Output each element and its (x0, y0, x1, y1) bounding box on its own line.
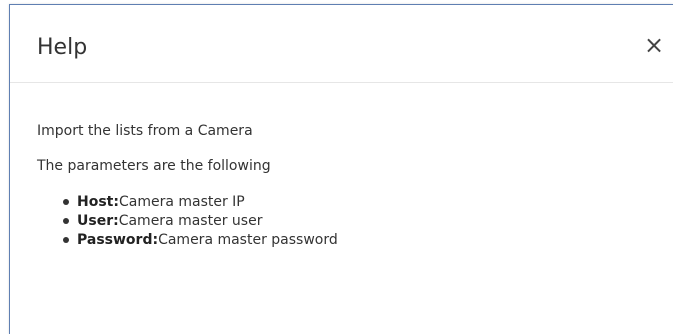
help-dialog: Help × Import the lists from a Camera Th… (9, 4, 673, 334)
param-name: Host: (77, 194, 119, 210)
bullet-icon (63, 237, 69, 243)
param-description: Camera master password (158, 232, 338, 248)
intro-text: Import the lists from a Camera (37, 123, 253, 139)
bullet-icon (63, 218, 69, 224)
param-item-user: User:Camera master user (63, 212, 663, 231)
dialog-title: Help (37, 35, 88, 60)
param-description: Camera master user (118, 213, 263, 229)
param-name: Password: (77, 232, 159, 248)
params-list: Host:Camera master IP User:Camera master… (37, 193, 663, 250)
param-name: User: (77, 213, 119, 229)
dialog-header: Help × (10, 5, 673, 83)
param-description: Camera master IP (118, 194, 245, 210)
param-item-password: Password:Camera master password (63, 231, 663, 250)
bullet-icon (63, 199, 69, 205)
dialog-body: Import the lists from a Camera The param… (37, 122, 663, 250)
params-heading: The parameters are the following (37, 158, 271, 174)
param-item-host: Host:Camera master IP (63, 193, 663, 212)
close-icon[interactable]: × (642, 31, 666, 59)
